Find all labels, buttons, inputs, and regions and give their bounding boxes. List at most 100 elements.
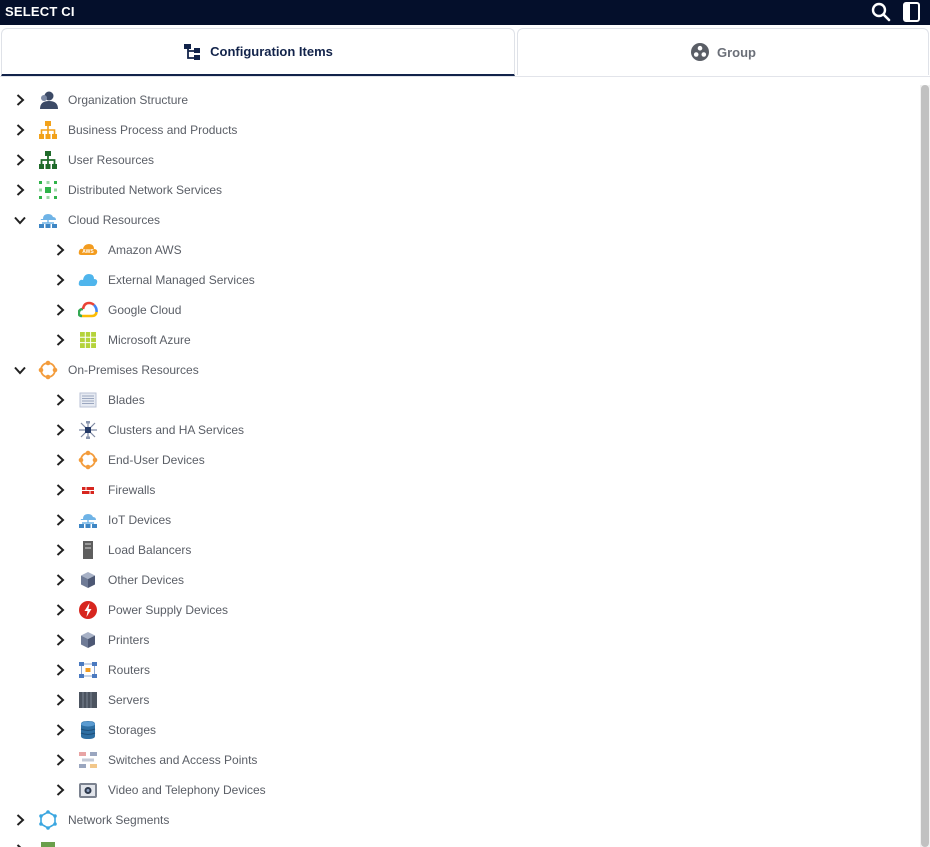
tree-row[interactable]: Organization Structure [0, 85, 918, 115]
chevron-right-icon[interactable] [53, 693, 67, 707]
google-cloud-icon [77, 300, 98, 320]
tree-row[interactable]: Microsoft Azure [0, 325, 918, 355]
storage-icon [78, 720, 98, 740]
chevron-down-icon[interactable] [13, 213, 27, 227]
chevron-right-icon[interactable] [13, 123, 27, 137]
window-title: SELECT CI [5, 4, 75, 19]
tree-item-label: Video and Telephony Devices [108, 783, 266, 797]
network-tree-icon [38, 150, 58, 170]
chevron-right-icon[interactable] [13, 813, 27, 827]
chevron-right-icon[interactable] [53, 303, 67, 317]
cloud-icon [78, 270, 98, 290]
network-segment-icon [38, 810, 58, 830]
chevron-right-icon[interactable] [53, 543, 67, 557]
svg-text:AWS: AWS [82, 249, 94, 255]
tree-row[interactable]: Routers [0, 655, 918, 685]
tree-item-label: Firewalls [108, 483, 156, 497]
title-bar: SELECT CI [0, 0, 930, 25]
tree-row[interactable]: End-User Devices [0, 445, 918, 475]
tree-row[interactable]: Switches and Access Points [0, 745, 918, 775]
tree-row[interactable]: Video and Telephony Devices [0, 775, 918, 805]
tree-item-label: IoT Devices [108, 513, 172, 527]
chevron-right-icon[interactable] [13, 183, 27, 197]
tree-row[interactable]: Clusters and HA Services [0, 415, 918, 445]
scrollbar[interactable] [920, 85, 930, 847]
tree-row[interactable]: External Managed Services [0, 265, 918, 295]
chevron-right-icon[interactable] [53, 273, 67, 287]
tree-item-label: End-User Devices [108, 453, 205, 467]
chevron-right-icon[interactable] [53, 393, 67, 407]
tree-row[interactable]: Network Segments [0, 805, 918, 835]
tab-group[interactable]: Group [517, 28, 929, 75]
chevron-right-icon[interactable] [53, 243, 67, 257]
chevron-right-icon[interactable] [53, 663, 67, 677]
ci-tree: Organization Structure Business Process a… [0, 85, 918, 847]
chevron-right-icon[interactable] [13, 153, 27, 167]
chevron-right-icon[interactable] [53, 513, 67, 527]
tree-item-label: Storages [108, 723, 157, 737]
tab-bar: Configuration Items Group [0, 28, 930, 77]
tree-item-label: Other Devices [108, 573, 185, 587]
tree-item-label: Printers [108, 633, 150, 647]
search-icon[interactable] [870, 1, 892, 23]
tree-item-label: Load Balancers [108, 543, 192, 557]
tree-item-label: Organization Structure [68, 93, 189, 107]
chevron-right-icon[interactable] [13, 93, 27, 107]
tree-row[interactable]: Business Process and Products [0, 115, 918, 145]
tree-item-label: Microsoft Azure [108, 333, 191, 347]
tree-row[interactable]: Storages [0, 715, 918, 745]
tree-row[interactable]: Google Cloud [0, 295, 918, 325]
tree-row[interactable]: Printers [0, 625, 918, 655]
chevron-right-icon[interactable] [53, 423, 67, 437]
tree-row[interactable]: Distributed Network Services [0, 175, 918, 205]
chevron-right-icon[interactable] [53, 633, 67, 647]
chevron-right-icon[interactable] [13, 843, 27, 847]
tree-row[interactable]: Cloud Resources [0, 205, 918, 235]
chevron-right-icon[interactable] [53, 453, 67, 467]
tree-item-label: Power Supply Devices [108, 603, 229, 617]
tree-row[interactable]: Firewalls [0, 475, 918, 505]
aws-icon: AWS [78, 240, 98, 260]
tree-item-label: Google Cloud [108, 303, 182, 317]
load-balancer-icon [78, 540, 98, 560]
tree-row[interactable]: IoT Devices [0, 505, 918, 535]
tree-item-label: Routers [108, 663, 151, 677]
tree-row[interactable]: User Resources [0, 145, 918, 175]
chevron-right-icon[interactable] [53, 483, 67, 497]
cube-icon [78, 570, 98, 590]
group-icon [690, 42, 710, 62]
chevron-right-icon[interactable] [53, 333, 67, 347]
tree-item-label: On-Premises Resources [68, 363, 199, 377]
tree-item-label: Blades [108, 393, 145, 407]
tree-row[interactable]: AWS Amazon AWS [0, 235, 918, 265]
partial-icon [38, 840, 58, 847]
chevron-right-icon[interactable] [53, 783, 67, 797]
tree-item-label: Network Segments [68, 813, 170, 827]
chevron-right-icon[interactable] [53, 573, 67, 587]
tree-row[interactable]: Load Balancers [0, 535, 918, 565]
org-chart-icon [38, 120, 58, 140]
tree-row[interactable]: Other Devices [0, 565, 918, 595]
tree-row[interactable]: On-Premises Resources [0, 355, 918, 385]
tree-item-label: User Resources [68, 153, 155, 167]
cluster-icon [78, 420, 98, 440]
tree-row[interactable] [0, 835, 918, 847]
cloud-network-icon [38, 210, 58, 230]
chevron-right-icon[interactable] [53, 753, 67, 767]
chevron-right-icon[interactable] [53, 723, 67, 737]
tab-configuration-items[interactable]: Configuration Items [1, 28, 515, 76]
tree-row[interactable]: Servers [0, 685, 918, 715]
tree-row[interactable]: Blades [0, 385, 918, 415]
ring-nodes-icon [78, 450, 98, 470]
cloud-network-icon [78, 510, 98, 530]
tree-item-label: Servers [108, 693, 150, 707]
azure-grid-icon [78, 330, 98, 350]
chevron-right-icon[interactable] [53, 603, 67, 617]
tree-item-label: External Managed Services [108, 273, 255, 287]
tree-row[interactable]: Power Supply Devices [0, 595, 918, 625]
scrollbar-thumb[interactable] [921, 85, 929, 847]
cube-icon [78, 630, 98, 650]
chevron-down-icon[interactable] [13, 363, 27, 377]
tree-item-label: Switches and Access Points [108, 753, 258, 767]
panel-toggle-icon[interactable] [901, 1, 923, 23]
